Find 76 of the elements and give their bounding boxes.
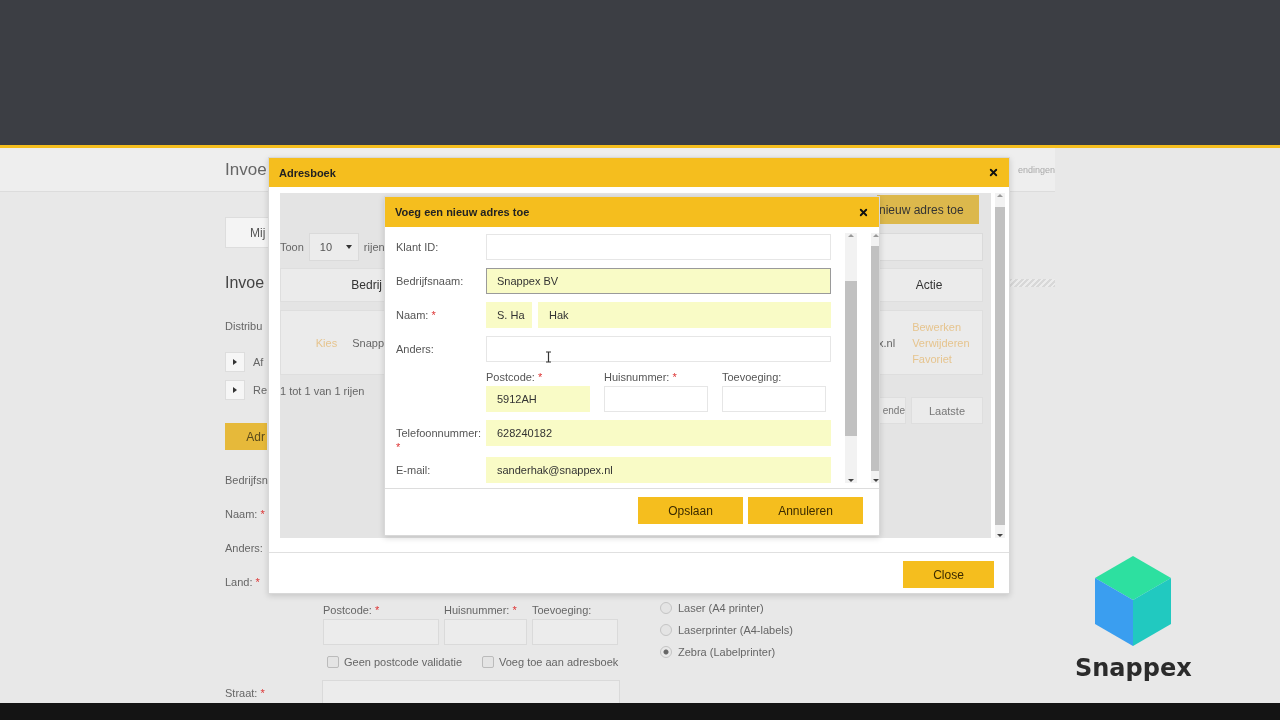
form-label: Land: * [225,576,260,588]
add-address-button[interactable]: nieuw adres toe [877,195,979,224]
page-size-select[interactable]: 10 [308,233,359,261]
input-field[interactable]: Hak [538,302,831,328]
radio-label: Zebra (Labelprinter) [678,646,776,658]
form-label: Postcode: * [323,604,381,616]
form-label: Telefoonnummer: * [396,426,482,454]
form-label: Straat: * [225,687,266,699]
section-title: Invoe [225,274,265,292]
checkbox[interactable] [327,656,339,668]
input-field[interactable]: S. Ha [486,302,532,328]
triangle-icon [233,359,237,365]
cancel-button[interactable]: Annuleren [748,497,863,524]
form-label: Klant ID: [396,240,440,254]
caret-icon [345,245,352,249]
search-field[interactable] [877,233,983,261]
form-label: Postcode: * [486,370,544,384]
logo-text: Snappex [1075,654,1192,682]
dialog-title: Adresboek [279,166,336,179]
scrollbar[interactable] [995,193,1005,538]
triangle-icon [233,387,237,393]
input-field[interactable] [322,680,620,703]
radio-label: Laserprinter (A4-labels) [678,624,793,636]
form-label: Anders: [225,542,263,554]
form-label: Bedrijfsn [225,474,268,486]
checkbox-label: Voeg toe aan adresboek [499,656,619,668]
scroll-down-icon[interactable] [873,478,879,483]
input-field[interactable]: 628240182 [486,420,831,446]
radio-button[interactable] [660,602,672,614]
save-button[interactable]: Opslaan [638,497,743,524]
form-label: Toevoeging: [722,370,783,384]
input-field[interactable]: 5912AH [486,386,590,412]
close-icon[interactable] [858,206,869,218]
company-text: Snapp [352,336,384,349]
rows-label: rijen [363,241,385,253]
close-icon[interactable] [988,167,999,178]
input-field[interactable] [486,234,831,260]
scroll-up-icon[interactable] [848,233,854,238]
expand-toggle[interactable] [225,380,245,400]
dialog-title: Voeg een nieuw adres toe [395,206,530,218]
cube-logo-icon [1093,556,1174,646]
radio-button[interactable] [660,646,672,658]
form-label: E-mail: [396,463,432,477]
scroll-up-icon[interactable] [873,233,879,238]
distribution-label: Distribu [225,319,263,333]
form-label: Huisnummer: * [604,370,678,384]
checkbox-label: Geen postcode validatie [344,656,463,668]
address-book-button[interactable]: Adr [225,423,267,450]
form-label: Huisnummer: * [444,604,518,616]
section-label: Re [253,384,268,396]
form-label: Anders: [396,342,435,356]
scroll-down-icon[interactable] [848,478,854,483]
form-label: Bedrijfsnaam: [396,274,465,288]
column-header[interactable]: Actie [877,268,983,302]
form-label: Toevoeging: [532,604,593,616]
scroll-down-icon[interactable] [997,533,1003,538]
input-field[interactable] [486,336,831,362]
checkbox[interactable] [482,656,494,668]
input-field[interactable] [722,386,826,412]
scrollbar[interactable] [845,233,857,483]
column-header[interactable]: Bedrij [280,268,385,302]
last-button[interactable]: Laatste [911,397,983,424]
page-title: Invoe [225,159,267,180]
input-field[interactable] [604,386,708,412]
striped-bar [1010,279,1055,287]
input-field[interactable]: Snappex BV [486,268,831,294]
section-label: Af [253,356,264,368]
close-button[interactable]: Close [903,561,994,588]
expand-toggle[interactable] [225,352,245,372]
radio-button[interactable] [660,624,672,636]
input-field[interactable]: sanderhak@snappex.nl [486,457,831,483]
form-label: Naam: * [225,508,265,520]
radio-label: Laser (A4 printer) [678,602,764,614]
table-info: 1 tot 1 van 1 rijen [280,385,365,397]
form-label: Naam: * [396,308,437,322]
scrollbar[interactable] [871,233,879,483]
